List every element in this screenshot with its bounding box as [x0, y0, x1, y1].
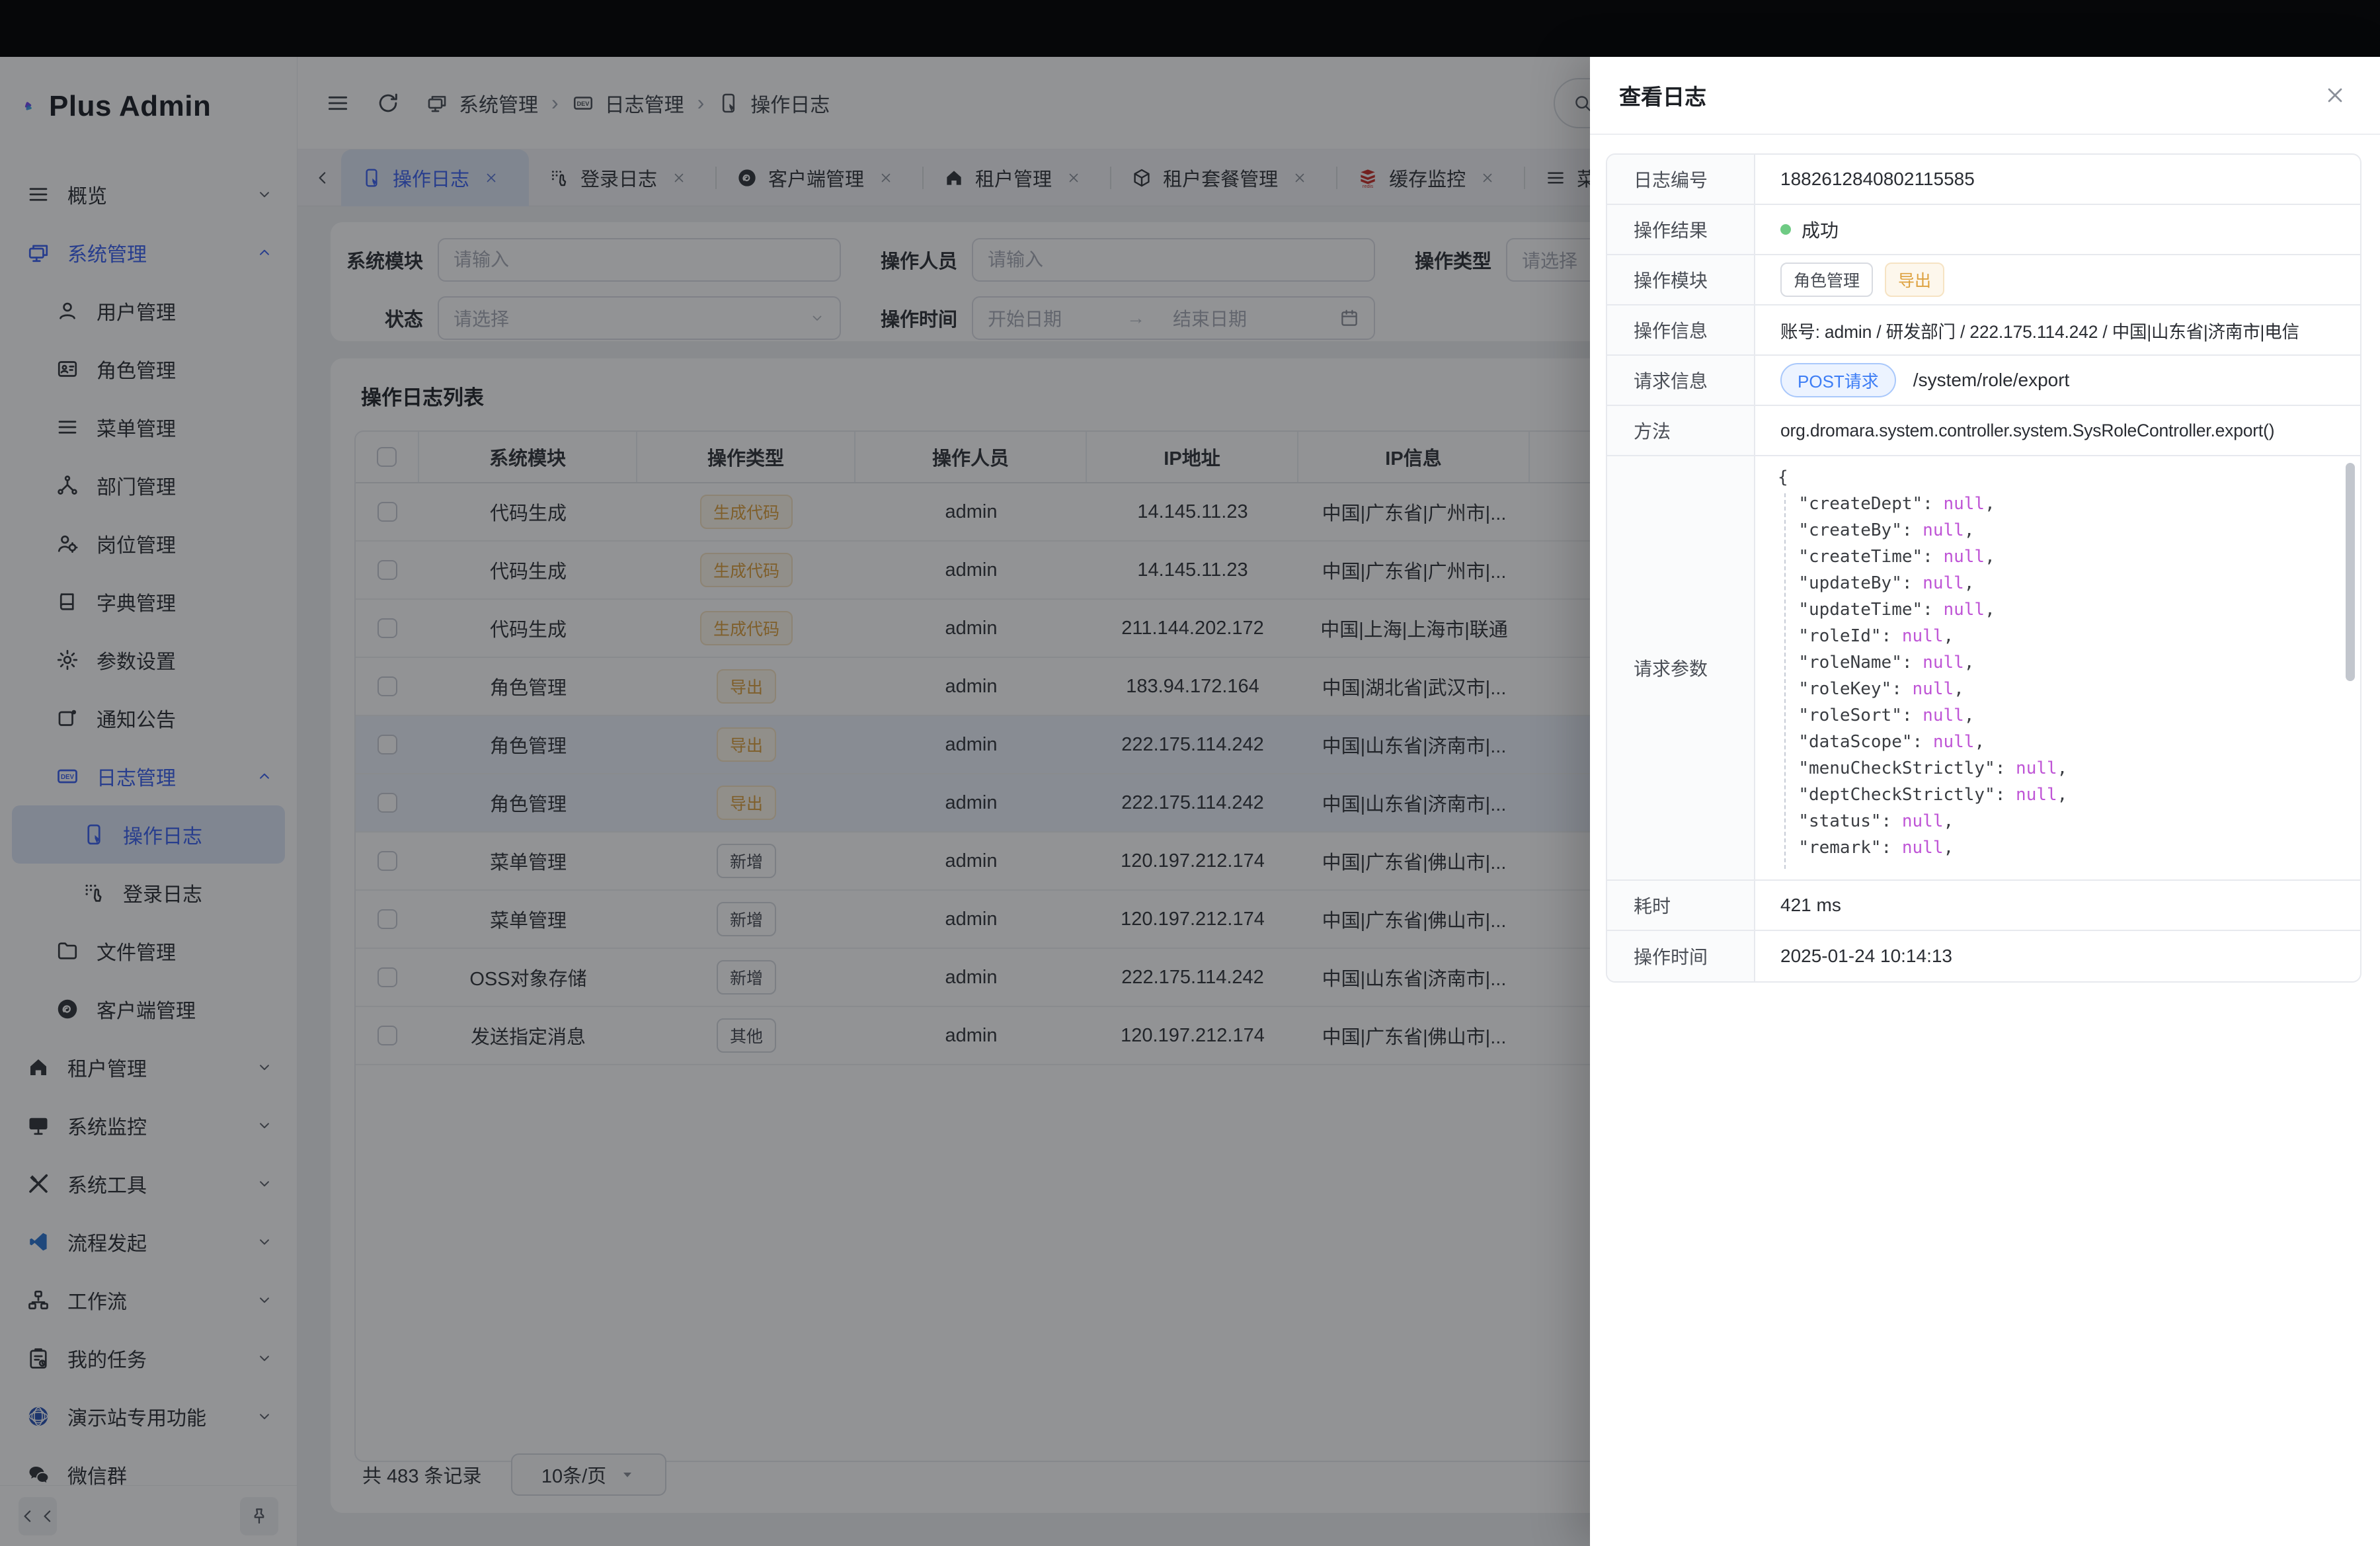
code-line: "remark": null,: [1778, 834, 2340, 861]
code-line: "roleSort": null,: [1778, 702, 2340, 729]
code-line: "createTime": null,: [1778, 544, 2340, 570]
status-text: 成功: [1802, 216, 1839, 243]
detail-label: 日志编号: [1607, 155, 1755, 204]
detail-label: 操作时间: [1607, 931, 1755, 981]
detail-row-7: 耗时421 ms: [1607, 881, 2360, 931]
detail-label: 操作模块: [1607, 255, 1755, 304]
code-scrollbar: [2346, 463, 2355, 873]
detail-row-5: 方法org.dromara.system.controller.system.S…: [1607, 406, 2360, 456]
detail-value: { "createDept": null, "createBy": null, …: [1755, 456, 2360, 879]
detail-value: 2025-01-24 10:14:13: [1755, 931, 2360, 981]
detail-row-2: 操作模块角色管理导出: [1607, 255, 2360, 305]
detail-label: 请求信息: [1607, 356, 1755, 405]
detail-label: 方法: [1607, 406, 1755, 455]
detail-label: 操作信息: [1607, 305, 1755, 354]
success-dot: [1780, 224, 1791, 235]
code-line: "createBy": null,: [1778, 517, 2340, 544]
detail-row-1: 操作结果 成功: [1607, 205, 2360, 255]
module-tag: 角色管理: [1780, 263, 1873, 297]
detail-value: 账号: admin / 研发部门 / 222.175.114.242 / 中国|…: [1755, 305, 2360, 354]
detail-row-6: 请求参数 { "createDept": null, "createBy": n…: [1607, 456, 2360, 881]
code-scrollbar-thumb[interactable]: [2346, 463, 2355, 681]
drawer-body: 日志编号1882612840802115585 操作结果 成功 操作模块角色管理导…: [1590, 135, 2380, 983]
code-line: "roleName": null,: [1778, 649, 2340, 676]
drawer-title: 查看日志: [1619, 79, 1706, 111]
detail-value: 角色管理导出: [1755, 255, 2360, 304]
drawer-header: 查看日志: [1590, 57, 2380, 135]
code-line: "menuCheckStrictly": null,: [1778, 755, 2340, 782]
code-line: {: [1778, 464, 2340, 491]
request-path: /system/role/export: [1913, 370, 2070, 391]
code-line: "updateBy": null,: [1778, 570, 2340, 596]
detail-label: 耗时: [1607, 881, 1755, 930]
detail-value: POST请求/system/role/export: [1755, 356, 2360, 405]
module-tag: 导出: [1885, 263, 1944, 297]
post-request-tag: POST请求: [1780, 363, 1896, 397]
code-line: "roleId": null,: [1778, 623, 2340, 649]
detail-row-8: 操作时间2025-01-24 10:14:13: [1607, 931, 2360, 981]
view-log-drawer: 查看日志 日志编号1882612840802115585 操作结果 成功 操作模块…: [1590, 57, 2380, 1546]
detail-row-4: 请求信息POST请求/system/role/export: [1607, 356, 2360, 406]
detail-label: 请求参数: [1607, 456, 1755, 879]
log-detail-table: 日志编号1882612840802115585 操作结果 成功 操作模块角色管理导…: [1606, 153, 2361, 983]
code-line: "roleKey": null,: [1778, 676, 2340, 702]
code-line: "status": null,: [1778, 808, 2340, 834]
detail-value: org.dromara.system.controller.system.Sys…: [1755, 406, 2360, 455]
detail-row-3: 操作信息账号: admin / 研发部门 / 222.175.114.242 /…: [1607, 305, 2360, 356]
code-line: "dataScope": null,: [1778, 729, 2340, 755]
detail-label: 操作结果: [1607, 205, 1755, 254]
request-params-code: { "createDept": null, "createBy": null, …: [1755, 456, 2360, 879]
code-line: "createDept": null,: [1778, 491, 2340, 517]
code-line: "updateTime": null,: [1778, 596, 2340, 623]
detail-value: 成功: [1755, 205, 2360, 254]
code-line: "deptCheckStrictly": null,: [1778, 782, 2340, 808]
detail-value: 1882612840802115585: [1755, 155, 2360, 204]
detail-value: 421 ms: [1755, 881, 2360, 930]
detail-row-0: 日志编号1882612840802115585: [1607, 155, 2360, 205]
drawer-close-button[interactable]: [2323, 83, 2347, 107]
